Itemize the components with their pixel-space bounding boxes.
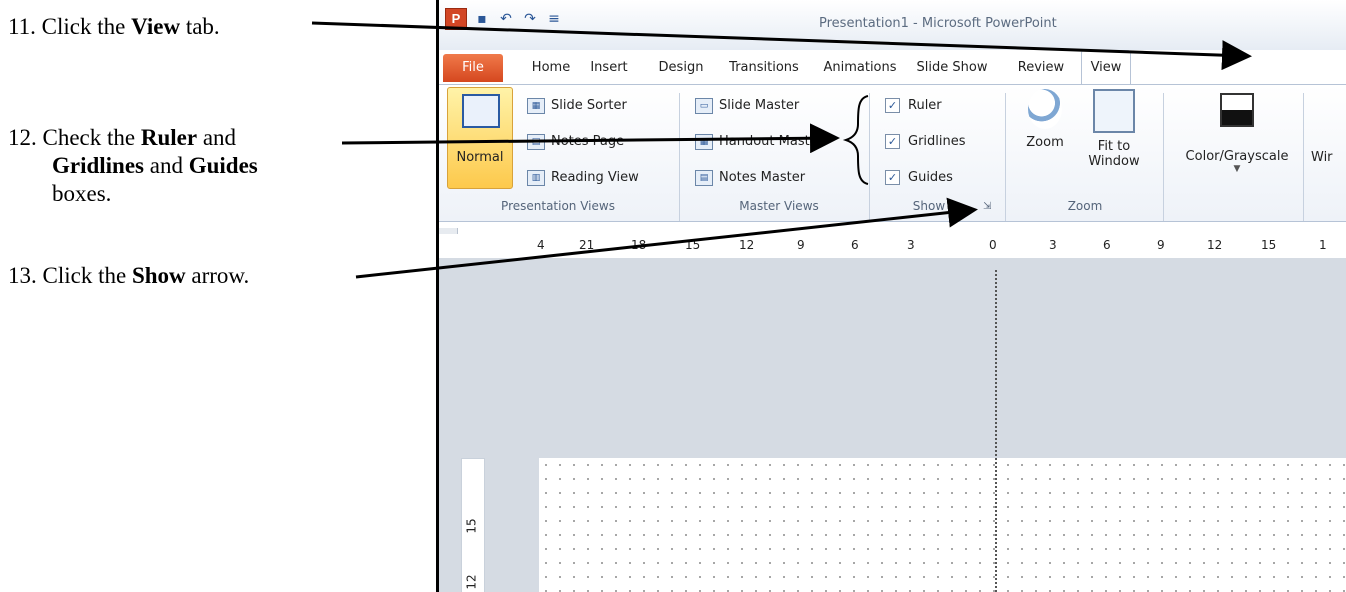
tab-file[interactable]: File <box>443 54 503 82</box>
zoom-button[interactable]: Zoom <box>1015 89 1075 150</box>
color-grayscale-button[interactable]: Color/Grayscale ▼ <box>1167 93 1307 174</box>
checkmark-icon: ✓ <box>885 170 900 185</box>
color-grayscale-icon <box>1220 93 1254 127</box>
quick-access-toolbar: P ▪ ↶ ↷ ≡ <box>445 8 563 30</box>
step-13: 13. Click the Show arrow. <box>8 263 250 288</box>
group-label-presentation-views: Presentation Views <box>501 199 615 213</box>
customize-toolbar-icon[interactable]: ≡ <box>545 10 563 28</box>
slide-sorter-button[interactable]: ▦ Slide Sorter <box>527 95 627 117</box>
redo-icon[interactable]: ↷ <box>521 10 539 28</box>
ribbon-view: Normal ▦ Slide Sorter ▤ Notes Page ▥ Readin… <box>439 84 1346 222</box>
save-icon[interactable]: ▪ <box>473 10 491 28</box>
ruler-checkbox[interactable]: ✓ Ruler <box>885 95 942 117</box>
window-group-partial[interactable]: Wir <box>1311 147 1333 169</box>
notes-master-button[interactable]: ▤ Notes Master <box>695 167 805 189</box>
ribbon-tabs: File Home Insert Design Transitions Anim… <box>439 50 1346 85</box>
title-bar: P ▪ ↶ ↷ ≡ Presentation1 - Microsoft Powe… <box>439 0 1346 50</box>
slide-sorter-icon: ▦ <box>527 97 545 114</box>
guides-checkbox[interactable]: ✓ Guides <box>885 167 953 189</box>
instructions-panel: 11. Click the View tab. 12. Check the Ru… <box>0 0 430 592</box>
handout-master-icon: ▦ <box>695 133 713 150</box>
reading-view-icon: ▥ <box>527 169 545 186</box>
horizontal-ruler: 4 21 18 15 12 9 6 3 0 3 6 9 12 15 1 <box>439 234 1346 259</box>
ribbon-separator <box>1303 93 1304 221</box>
fit-to-window-button[interactable]: Fit to Window <box>1079 89 1149 169</box>
tab-transitions[interactable]: Transitions <box>721 54 807 82</box>
show-dialog-launcher-icon[interactable]: ⇲ <box>983 201 991 212</box>
notes-page-icon: ▤ <box>527 133 545 150</box>
slide-master-icon: ▭ <box>695 97 713 114</box>
tab-view[interactable]: View <box>1081 50 1131 85</box>
window-title: Presentation1 - Microsoft PowerPoint <box>819 16 1057 31</box>
step-12: 12. Check the Ruler and Gridlines and Gu… <box>8 125 258 206</box>
notes-page-button[interactable]: ▤ Notes Page <box>527 131 624 153</box>
gridlines-checkbox[interactable]: ✓ Gridlines <box>885 131 966 153</box>
slide-canvas[interactable] <box>539 458 1346 592</box>
vertical-ruler: 15 12 <box>461 458 485 592</box>
tab-review[interactable]: Review <box>1011 54 1071 82</box>
checkmark-icon: ✓ <box>885 98 900 113</box>
group-label-show: Show <box>912 199 946 213</box>
slide-master-button[interactable]: ▭ Slide Master <box>695 95 799 117</box>
reading-view-button[interactable]: ▥ Reading View <box>527 167 639 189</box>
tab-home[interactable]: Home <box>525 54 577 82</box>
group-label-master-views: Master Views <box>739 199 819 213</box>
tab-insert[interactable]: Insert <box>583 54 635 82</box>
tab-design[interactable]: Design <box>651 54 711 82</box>
undo-icon[interactable]: ↶ <box>497 10 515 28</box>
fit-to-window-icon <box>1093 89 1135 133</box>
powerpoint-window: P ▪ ↶ ↷ ≡ Presentation1 - Microsoft Powe… <box>436 0 1346 592</box>
chevron-down-icon: ▼ <box>1233 164 1241 174</box>
step-11: 11. Click the View tab. <box>8 14 220 39</box>
tab-slide-show[interactable]: Slide Show <box>911 54 993 82</box>
normal-view-button[interactable]: Normal <box>447 87 513 189</box>
notes-master-icon: ▤ <box>695 169 713 186</box>
handout-master-button[interactable]: ▦ Handout Master <box>695 131 823 153</box>
ribbon-separator <box>1163 93 1164 221</box>
group-label-zoom: Zoom <box>1067 199 1103 213</box>
checkmark-icon: ✓ <box>885 134 900 149</box>
normal-view-icon <box>462 94 500 128</box>
powerpoint-logo-icon[interactable]: P <box>445 8 467 30</box>
vertical-guide[interactable] <box>995 270 997 592</box>
magnifier-icon <box>1028 89 1062 129</box>
tab-animations[interactable]: Animations <box>817 54 903 82</box>
